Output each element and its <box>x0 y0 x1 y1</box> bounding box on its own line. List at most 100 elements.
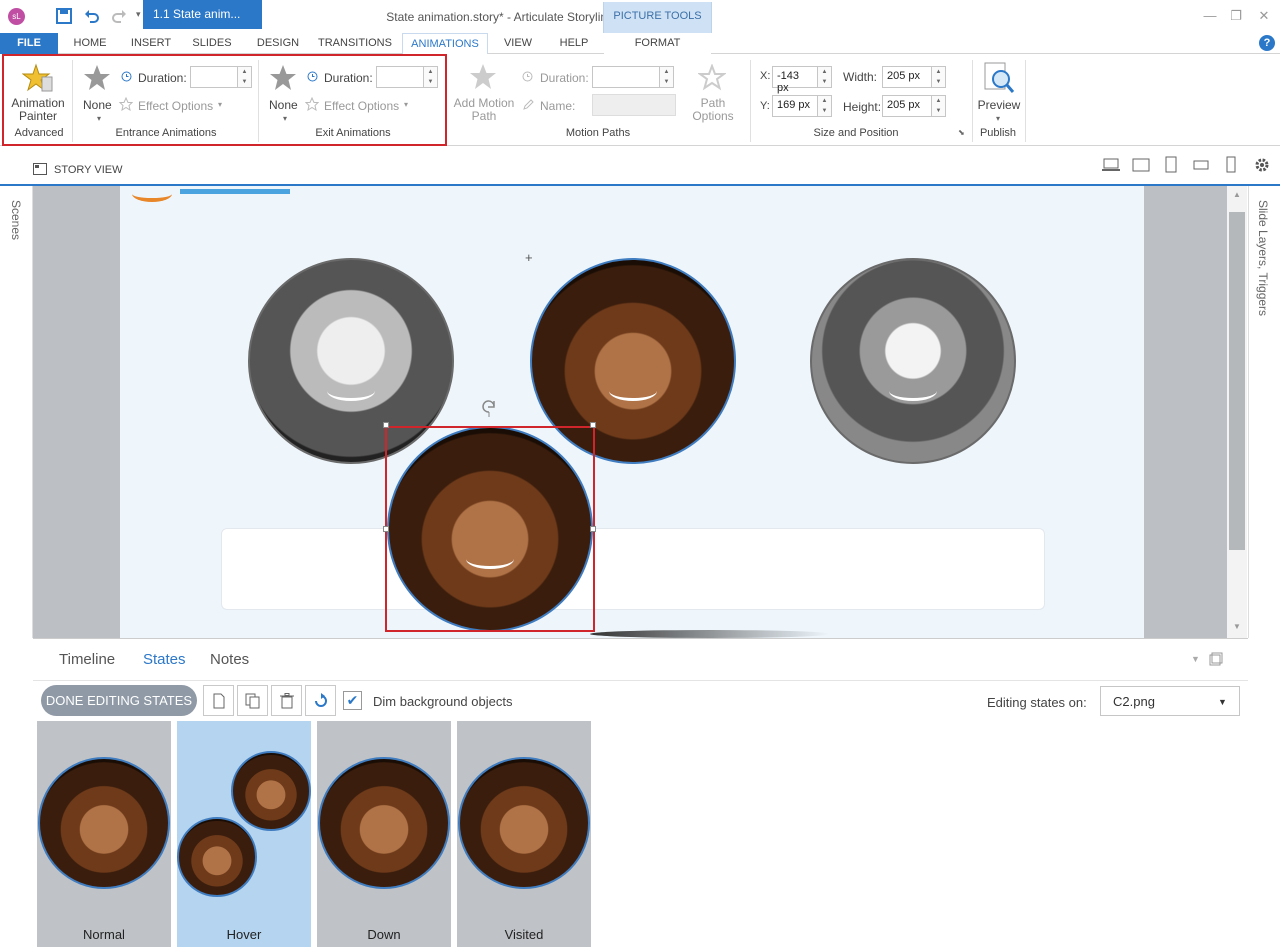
done-editing-states-button[interactable]: DONE EDITING STATES <box>41 685 197 716</box>
height-spinner[interactable]: ▲ ▼ <box>932 95 946 117</box>
text-placeholder-box[interactable] <box>221 528 1045 610</box>
layers-label: Slide Layers, Triggers <box>1256 200 1270 317</box>
reset-icon <box>314 693 327 707</box>
picture-tools-label: PICTURE TOOLS <box>613 10 702 22</box>
motion-duration-spinner: ▲ ▼ <box>660 66 674 88</box>
dialog-launcher-icon[interactable]: ⬊ <box>958 128 965 137</box>
preview-icon <box>984 62 1015 93</box>
group-motion-label: Motion Paths <box>565 127 631 139</box>
rotate-handle-icon[interactable] <box>481 399 497 417</box>
view-tab-bar <box>0 155 1280 186</box>
state-label-hover: Hover <box>226 927 262 942</box>
delete-state-button[interactable] <box>271 685 302 716</box>
tab-timeline[interactable]: Timeline <box>59 651 115 668</box>
state-thumb <box>177 817 257 897</box>
y-input[interactable]: 169 px <box>772 95 818 117</box>
path-options-icon <box>698 64 726 91</box>
tablet-landscape-icon[interactable] <box>1132 158 1150 172</box>
tab-story-view[interactable]: STORY VIEW <box>54 164 122 176</box>
ribbon-tab-row: FILE HOME INSERT SLIDES DESIGN TRANSITIO… <box>0 33 1280 55</box>
minimize-icon[interactable]: — <box>1200 8 1220 24</box>
dim-background-checkbox[interactable]: ✔ <box>343 691 362 710</box>
scenes-label: Scenes <box>9 200 23 241</box>
state-tile-normal[interactable] <box>37 721 171 947</box>
tab-animations[interactable]: ANIMATIONS <box>402 33 488 55</box>
divider <box>750 60 751 142</box>
close-tab-icon[interactable]: ✕ <box>251 156 259 167</box>
phone-portrait-icon[interactable] <box>1226 156 1236 173</box>
tab-format[interactable]: FORMAT <box>604 33 711 54</box>
divider <box>1025 60 1026 142</box>
logo-text-icon <box>180 186 290 194</box>
state-thumb <box>38 757 170 889</box>
state-label-visited: Visited <box>504 927 544 942</box>
close-window-icon[interactable]: ✕ <box>1254 8 1274 24</box>
tab-insert[interactable]: INSERT <box>126 33 176 54</box>
smile-shape <box>888 381 938 402</box>
add-motion-label-2: Path <box>471 109 497 123</box>
gear-icon[interactable] <box>1254 157 1270 173</box>
editing-states-label: Editing states on: <box>987 695 1087 710</box>
motion-name-input <box>592 94 676 116</box>
state-label-down: Down <box>367 927 401 942</box>
state-tile-down[interactable] <box>317 721 451 947</box>
path-options-label-2: Options <box>692 109 734 123</box>
width-spinner[interactable]: ▲ ▼ <box>932 66 946 88</box>
tablet-portrait-icon[interactable] <box>1165 156 1177 173</box>
scrollbar-thumb[interactable] <box>1229 212 1245 550</box>
tab-design[interactable]: DESIGN <box>250 33 306 54</box>
height-input[interactable]: 205 px <box>882 95 932 117</box>
tab-notes[interactable]: Notes <box>210 651 249 668</box>
tab-help[interactable]: HELP <box>554 33 594 54</box>
reset-state-button[interactable] <box>305 685 336 716</box>
tab-home[interactable]: HOME <box>66 33 114 54</box>
restore-icon[interactable]: ❐ <box>1226 8 1246 24</box>
new-state-button[interactable] <box>203 685 234 716</box>
duplicate-state-button[interactable] <box>237 685 268 716</box>
scenes-panel[interactable] <box>0 186 33 638</box>
state-thumb <box>231 751 311 831</box>
state-label-normal: Normal <box>83 927 125 942</box>
motion-duration-label: Duration: <box>540 71 589 85</box>
help-icon[interactable]: ? <box>1259 35 1275 51</box>
height-label: Height: <box>843 100 882 114</box>
preview-button[interactable]: Preview <box>976 98 1022 112</box>
resize-handle[interactable] <box>590 422 596 428</box>
phone-landscape-icon[interactable] <box>1193 160 1209 170</box>
tab-states[interactable]: States <box>143 651 186 668</box>
scroll-up-icon[interactable]: ▲ <box>1233 190 1241 199</box>
resize-handle[interactable] <box>383 526 389 532</box>
shadow-shape <box>590 630 830 638</box>
new-state-icon <box>213 693 224 709</box>
tab-view[interactable]: VIEW <box>498 33 538 54</box>
panel-menu-icon[interactable]: ▼ <box>1191 654 1200 664</box>
state-tile-hover[interactable] <box>177 721 311 947</box>
desktop-icon[interactable] <box>1102 158 1120 172</box>
scroll-down-icon[interactable]: ▼ <box>1233 622 1241 631</box>
tab-slide[interactable]: 1.1 State anim... <box>143 0 262 29</box>
y-spinner[interactable]: ▲ ▼ <box>818 95 832 117</box>
x-spinner[interactable]: ▲ ▼ <box>818 66 832 88</box>
state-tile-visited[interactable] <box>457 721 591 947</box>
add-motion-path-icon <box>470 64 496 89</box>
resize-handle[interactable] <box>590 526 596 532</box>
undock-icon[interactable] <box>1209 652 1223 666</box>
smile-shape <box>326 381 376 402</box>
dim-background-label: Dim background objects <box>373 694 513 709</box>
y-label: Y: <box>760 100 770 112</box>
child-photo-3[interactable] <box>810 258 1016 464</box>
resize-handle[interactable] <box>383 422 389 428</box>
highlight-box <box>2 54 447 146</box>
tab-transitions[interactable]: TRANSITIONS <box>316 33 394 54</box>
tab-file[interactable]: FILE <box>0 33 58 54</box>
tab-slides[interactable]: SLIDES <box>188 33 236 54</box>
width-input[interactable]: 205 px <box>882 66 932 88</box>
logo-icon <box>132 186 172 202</box>
chevron-down-icon: ▾ <box>996 114 1001 123</box>
path-options-button: Path Options <box>688 97 738 123</box>
motion-name-label: Name: <box>540 99 576 113</box>
slide[interactable]: + <box>120 186 1144 638</box>
duplicate-icon <box>245 693 259 709</box>
add-motion-path-button: Add Motion Path <box>450 97 518 123</box>
x-input[interactable]: -143 px <box>772 66 818 94</box>
